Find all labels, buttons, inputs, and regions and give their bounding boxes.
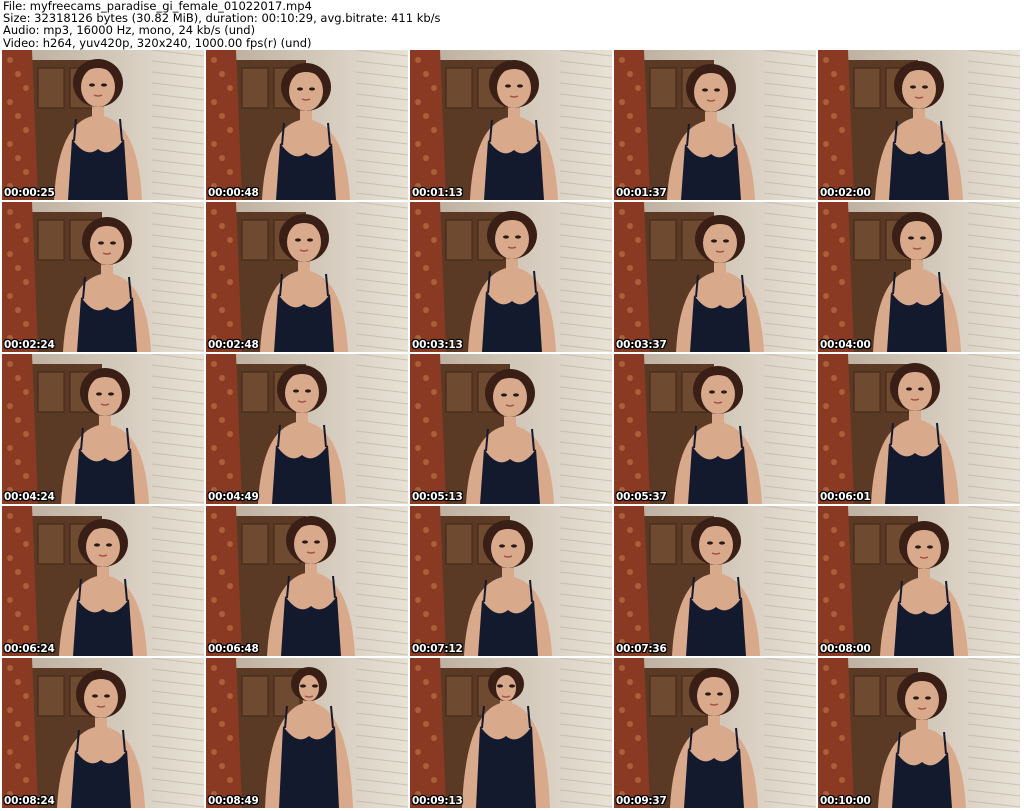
thumbnail-timestamp: 00:04:00	[820, 339, 871, 351]
video-thumbnail: 00:09:37	[614, 658, 816, 808]
webcam-frame-icon	[206, 50, 408, 200]
video-thumbnail: 00:05:37	[614, 354, 816, 504]
webcam-frame-icon	[410, 658, 612, 808]
video-thumbnail: 00:02:00	[818, 50, 1020, 200]
video-thumbnail: 00:06:48	[206, 506, 408, 656]
video-thumbnail: 00:03:37	[614, 202, 816, 352]
video-thumbnail: 00:00:48	[206, 50, 408, 200]
video-thumbnail: 00:04:00	[818, 202, 1020, 352]
webcam-frame-icon	[818, 50, 1020, 200]
webcam-frame-icon	[206, 506, 408, 656]
video-info-line: Video: h264, yuv420p, 320x240, 1000.00 f…	[3, 35, 312, 50]
webcam-frame-icon	[614, 50, 816, 200]
thumbnail-timestamp: 00:03:37	[616, 339, 667, 351]
thumbnail-timestamp: 00:10:00	[820, 795, 871, 807]
thumbnail-timestamp: 00:06:48	[208, 643, 259, 655]
thumbnail-timestamp: 00:08:00	[820, 643, 871, 655]
thumbnail-timestamp: 00:07:12	[412, 643, 463, 655]
thumbnail-timestamp: 00:09:37	[616, 795, 667, 807]
thumbnail-timestamp: 00:06:01	[820, 491, 871, 503]
webcam-frame-icon	[206, 202, 408, 352]
thumbnail-timestamp: 00:01:37	[616, 187, 667, 199]
video-thumbnail: 00:09:13	[410, 658, 612, 808]
video-thumbnail: 00:00:25	[2, 50, 204, 200]
video-thumbnail: 00:10:00	[818, 658, 1020, 808]
webcam-frame-icon	[818, 202, 1020, 352]
thumbnail-timestamp: 00:04:24	[4, 491, 55, 503]
webcam-frame-icon	[818, 506, 1020, 656]
webcam-frame-icon	[2, 202, 204, 352]
thumbnail-timestamp: 00:02:00	[820, 187, 871, 199]
video-thumbnail: 00:06:24	[2, 506, 204, 656]
video-thumbnail: 00:04:49	[206, 354, 408, 504]
thumbnail-timestamp: 00:05:37	[616, 491, 667, 503]
webcam-frame-icon	[410, 50, 612, 200]
thumbnail-timestamp: 00:09:13	[412, 795, 463, 807]
audio-info-line: Audio: mp3, 16000 Hz, mono, 24 kb/s (und…	[3, 23, 256, 38]
video-thumbnail: 00:02:48	[206, 202, 408, 352]
video-thumbnail: 00:04:24	[2, 354, 204, 504]
webcam-frame-icon	[614, 202, 816, 352]
webcam-frame-icon	[206, 658, 408, 808]
webcam-frame-icon	[614, 506, 816, 656]
webcam-frame-icon	[818, 658, 1020, 808]
thumbnail-timestamp: 00:02:24	[4, 339, 55, 351]
thumbnail-timestamp: 00:03:13	[412, 339, 463, 351]
video-thumbnail: 00:06:01	[818, 354, 1020, 504]
file-info-header: File: myfreecams_paradise_gi_female_0102…	[3, 0, 1021, 50]
thumbnail-timestamp: 00:08:49	[208, 795, 259, 807]
video-thumbnail: 00:07:36	[614, 506, 816, 656]
video-thumbnail: 00:07:12	[410, 506, 612, 656]
video-thumbnail: 00:08:24	[2, 658, 204, 808]
thumbnail-timestamp: 00:06:24	[4, 643, 55, 655]
thumbnail-timestamp: 00:04:49	[208, 491, 259, 503]
webcam-frame-icon	[2, 354, 204, 504]
thumbnail-timestamp: 00:02:48	[208, 339, 259, 351]
webcam-frame-icon	[2, 506, 204, 656]
webcam-frame-icon	[410, 506, 612, 656]
video-thumbnail: 00:01:13	[410, 50, 612, 200]
thumbnail-timestamp: 00:08:24	[4, 795, 55, 807]
video-thumbnail: 00:08:00	[818, 506, 1020, 656]
webcam-frame-icon	[2, 50, 204, 200]
webcam-frame-icon	[206, 354, 408, 504]
thumbnail-timestamp: 00:00:48	[208, 187, 259, 199]
webcam-frame-icon	[818, 354, 1020, 504]
thumbnail-timestamp: 00:00:25	[4, 187, 55, 199]
thumbnail-timestamp: 00:01:13	[412, 187, 463, 199]
webcam-frame-icon	[410, 202, 612, 352]
video-thumbnail: 00:02:24	[2, 202, 204, 352]
thumbnail-timestamp: 00:05:13	[412, 491, 463, 503]
webcam-frame-icon	[410, 354, 612, 504]
video-thumbnail: 00:08:49	[206, 658, 408, 808]
video-thumbnail: 00:05:13	[410, 354, 612, 504]
thumbnail-grid: 00:00:25 00:00:48 00:01:13 00:01:37 00:0…	[2, 50, 1022, 811]
webcam-frame-icon	[614, 658, 816, 808]
webcam-frame-icon	[2, 658, 204, 808]
webcam-frame-icon	[614, 354, 816, 504]
thumbnail-timestamp: 00:07:36	[616, 643, 667, 655]
video-thumbnail: 00:03:13	[410, 202, 612, 352]
video-thumbnail: 00:01:37	[614, 50, 816, 200]
